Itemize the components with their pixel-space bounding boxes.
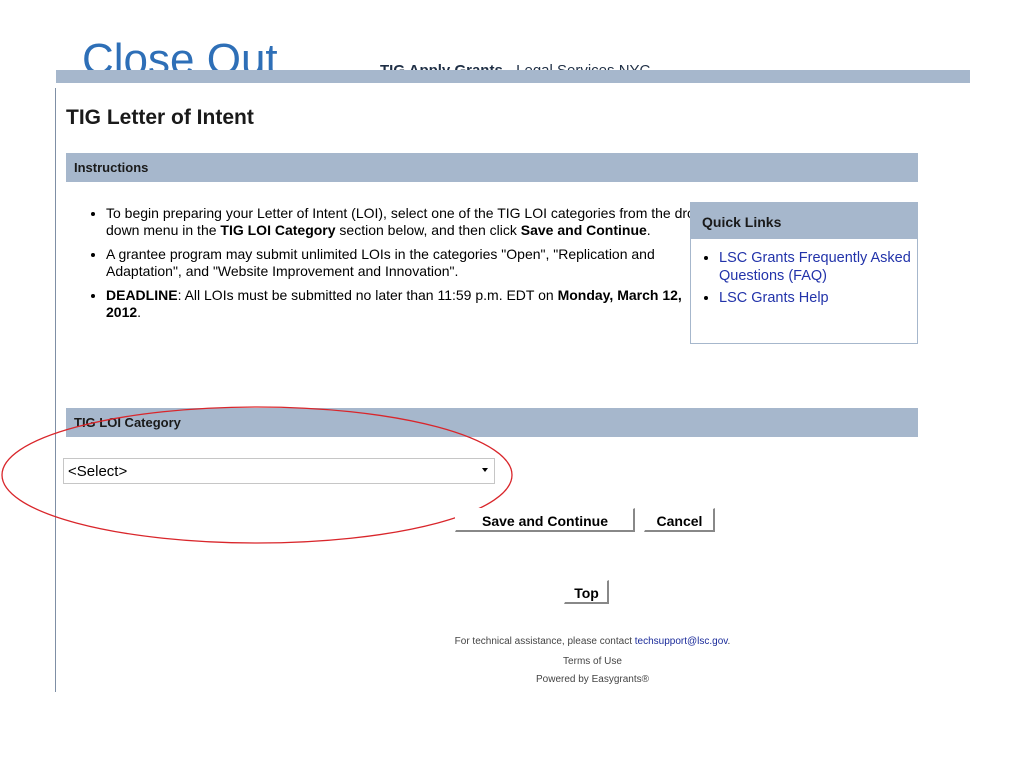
instruction-item: DEADLINE: All LOIs must be submitted no … xyxy=(106,287,706,321)
faq-link[interactable]: LSC Grants Frequently Asked Questions (F… xyxy=(719,250,911,284)
footer-terms: Terms of Use xyxy=(300,656,885,667)
save-and-continue-button[interactable]: Save and Continue xyxy=(455,508,635,532)
instruction-item: To begin preparing your Letter of Intent… xyxy=(106,205,706,239)
quick-link-item: LSC Grants Help xyxy=(719,289,917,307)
quick-link-item: LSC Grants Frequently Asked Questions (F… xyxy=(719,249,917,285)
header-bar xyxy=(56,70,970,83)
quick-links-header: Quick Links xyxy=(691,203,917,239)
footer-powered-by: Powered by Easygrants® xyxy=(536,674,649,685)
org-name: Legal Services NYC xyxy=(516,62,650,70)
slide-title: Close Out xyxy=(82,36,278,70)
footer-support: For technical assistance, please contact… xyxy=(454,636,731,647)
page-title: TIG Letter of Intent xyxy=(66,106,254,129)
instruction-item: A grantee program may submit unlimited L… xyxy=(106,246,706,280)
support-email-link[interactable]: techsupport@lsc.gov xyxy=(635,636,728,647)
terms-of-use-link[interactable]: Terms of Use xyxy=(563,656,622,667)
help-link[interactable]: LSC Grants Help xyxy=(719,290,829,306)
instructions-header: Instructions xyxy=(66,153,918,182)
quick-links-list: LSC Grants Frequently Asked Questions (F… xyxy=(691,249,917,307)
app-header: TIG Apply Grants - Legal Services NYC xyxy=(380,58,650,70)
left-divider xyxy=(55,88,56,692)
app-name: TIG Apply Grants xyxy=(380,62,503,70)
annotation-ellipse xyxy=(1,406,513,544)
instructions-list: To begin preparing your Letter of Intent… xyxy=(86,205,706,328)
quick-links-panel: Quick Links LSC Grants Frequently Asked … xyxy=(690,202,918,344)
header-separator: - xyxy=(507,62,512,70)
cancel-button[interactable]: Cancel xyxy=(644,508,715,532)
top-button[interactable]: Top xyxy=(564,580,609,604)
